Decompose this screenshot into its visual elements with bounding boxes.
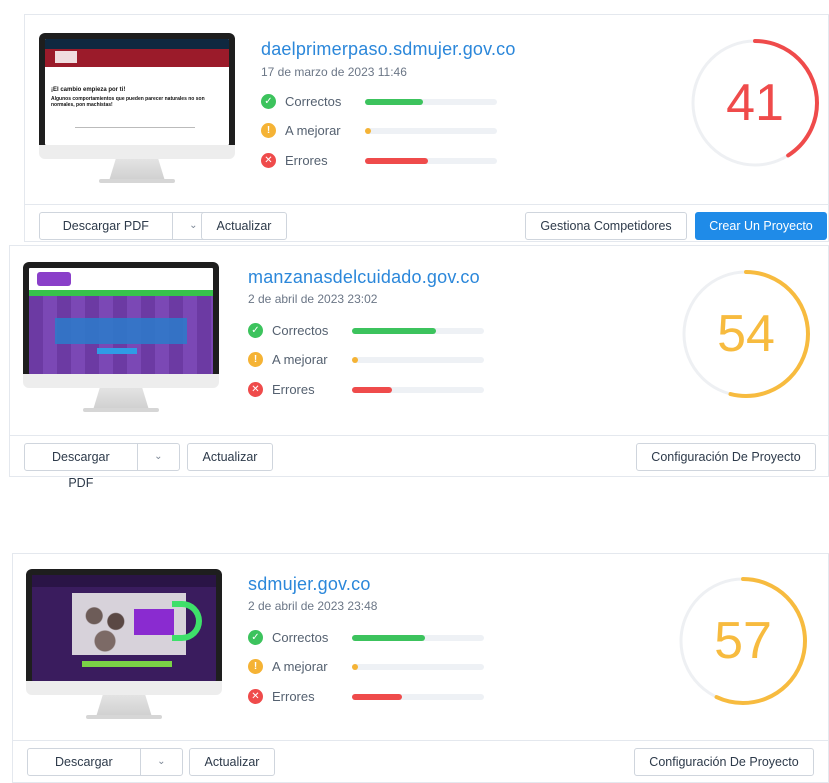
download-pdf-split-button: Descargar PDF ⌄ <box>39 212 215 240</box>
site-preview-monitor <box>26 569 222 729</box>
update-button[interactable]: Actualizar <box>201 212 287 240</box>
project-card-3: sdmujer.gov.co 2 de abril de 2023 23:48 … <box>12 553 829 783</box>
site-url-link[interactable]: manzanasdelcuidado.gov.co <box>248 267 480 288</box>
metric-improve: ! A mejorar <box>248 658 508 676</box>
metric-correct: ✓ Correctos <box>248 629 508 647</box>
download-pdf-button[interactable]: Descargar PDF <box>25 444 138 490</box>
x-icon: ✕ <box>248 689 263 704</box>
exclamation-icon: ! <box>248 659 263 674</box>
progress-bar <box>352 635 425 641</box>
download-pdf-split-button: Descargar PDF ⌄ <box>27 748 183 783</box>
metric-errors: ✕ Errores <box>248 381 508 399</box>
site-logo-icon <box>37 272 71 286</box>
site-screenshot: ¡El cambio empieza por ti! Algunos compo… <box>45 39 229 145</box>
project-card-2: manzanasdelcuidado.gov.co 2 de abril de … <box>9 245 829 490</box>
screenshot-text: Algunos comportamientos que pueden parec… <box>51 96 205 108</box>
progress-bar <box>365 99 424 105</box>
score-gauge: 41 <box>685 33 825 173</box>
progress-bar <box>352 387 392 393</box>
screenshot-heading: ¡El cambio empieza por ti! <box>51 87 126 93</box>
download-pdf-button[interactable]: Descargar PDF <box>40 213 173 239</box>
manage-competitors-button[interactable]: Gestiona Competidores <box>525 212 687 240</box>
download-pdf-split-button: Descargar PDF ⌄ <box>24 443 180 490</box>
metric-errors: ✕ Errores <box>248 688 508 706</box>
check-icon: ✓ <box>261 94 276 109</box>
progress-bar <box>352 357 358 363</box>
metric-improve: ! A mejorar <box>248 351 508 369</box>
chevron-down-icon[interactable]: ⌄ <box>138 444 179 470</box>
score-gauge: 57 <box>673 571 813 711</box>
score-value: 54 <box>717 305 775 363</box>
progress-bar <box>365 158 429 164</box>
audit-date: 17 de marzo de 2023 11:46 <box>261 65 407 79</box>
metric-correct: ✓ Correctos <box>261 93 521 111</box>
score-gauge: 54 <box>676 264 816 404</box>
project-card-1: ¡El cambio empieza por ti! Algunos compo… <box>24 14 829 242</box>
chevron-down-icon[interactable]: ⌄ <box>141 749 182 775</box>
progress-bar <box>365 128 371 134</box>
progress-bar <box>352 664 358 670</box>
check-icon: ✓ <box>248 323 263 338</box>
metric-errors: ✕ Errores <box>261 152 521 170</box>
metric-improve: ! A mejorar <box>261 122 521 140</box>
progress-bar <box>352 694 403 700</box>
download-pdf-button[interactable]: Descargar PDF <box>28 749 141 783</box>
audit-date: 2 de abril de 2023 23:02 <box>248 292 378 306</box>
metric-correct: ✓ Correctos <box>248 322 508 340</box>
site-screenshot <box>29 268 213 374</box>
site-url-link[interactable]: daelprimerpaso.sdmujer.gov.co <box>261 39 516 60</box>
update-button[interactable]: Actualizar <box>189 748 275 776</box>
score-value: 57 <box>714 612 772 670</box>
site-url-link[interactable]: sdmujer.gov.co <box>248 574 371 595</box>
site-preview-monitor: ¡El cambio empieza por ti! Algunos compo… <box>39 33 235 193</box>
score-value: 41 <box>726 74 784 132</box>
exclamation-icon: ! <box>261 123 276 138</box>
create-project-button[interactable]: Crear Un Proyecto <box>695 212 827 240</box>
project-settings-button[interactable]: Configuración De Proyecto <box>634 748 814 776</box>
site-preview-monitor <box>23 262 219 422</box>
exclamation-icon: ! <box>248 352 263 367</box>
x-icon: ✕ <box>261 153 276 168</box>
site-screenshot <box>32 575 216 681</box>
update-button[interactable]: Actualizar <box>187 443 273 471</box>
x-icon: ✕ <box>248 382 263 397</box>
check-icon: ✓ <box>248 630 263 645</box>
audit-date: 2 de abril de 2023 23:48 <box>248 599 378 613</box>
site-logo-icon <box>55 51 77 63</box>
progress-bar <box>352 328 437 334</box>
project-settings-button[interactable]: Configuración De Proyecto <box>636 443 816 471</box>
